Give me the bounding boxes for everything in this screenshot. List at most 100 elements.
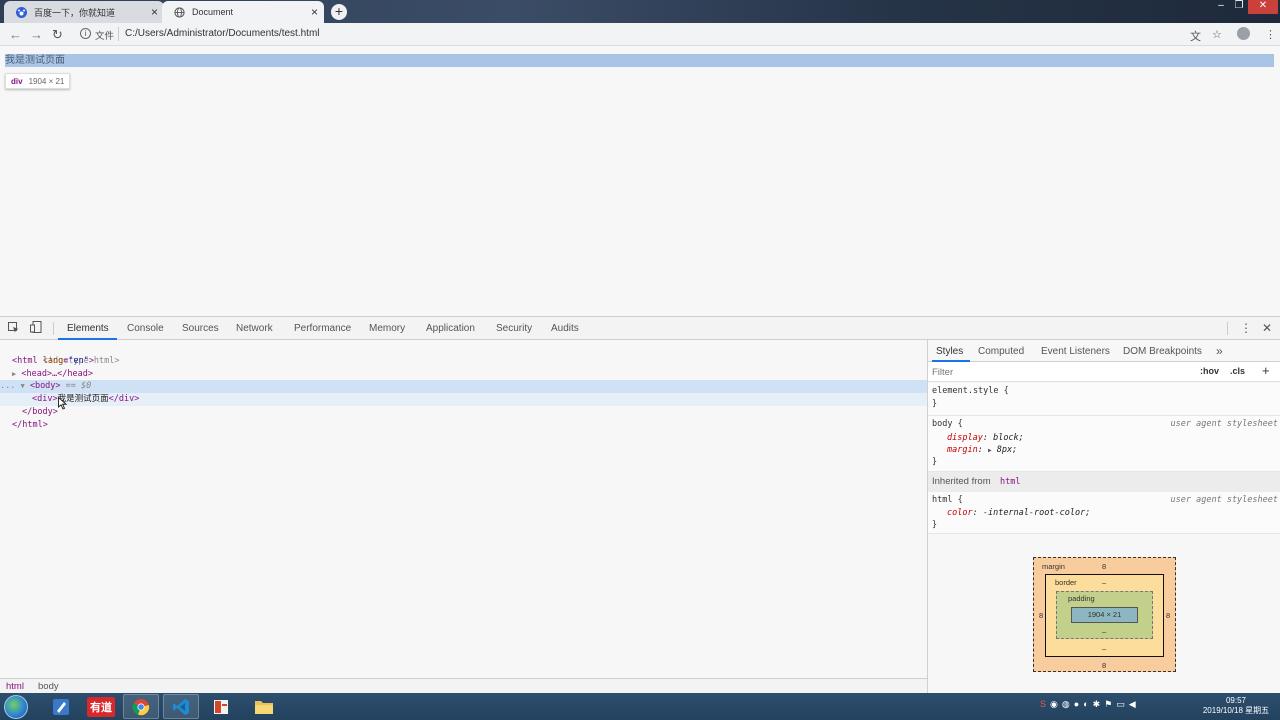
tab-document[interactable]: Document × [162,1,324,23]
taskbar-chrome-icon[interactable] [123,694,159,719]
tab-styles[interactable]: Styles [936,346,963,357]
tab-network[interactable]: Network [236,323,273,334]
tab-event-listeners[interactable]: Event Listeners [1041,346,1110,357]
qq-icon[interactable]: ● [1074,699,1083,709]
menu-kebab-icon[interactable]: ⋮ [1265,28,1276,41]
baidu-paw-icon [16,6,27,18]
url-text[interactable]: C:/Users/Administrator/Documents/test.ht… [125,28,320,39]
tab-audits[interactable]: Audits [551,323,579,334]
tray-app-icon[interactable]: ◍ [1062,699,1074,709]
rule-html[interactable]: html { user agent stylesheet color: -int… [928,492,1280,534]
margin-right-value[interactable]: 8 [1166,611,1170,620]
device-toolbar-icon[interactable] [30,321,42,336]
dom-tree: <!doctype html> <html lang="en"> ▶ <head… [0,340,927,683]
bookmark-star-icon[interactable]: ☆ [1212,28,1222,41]
taskbar-clock[interactable]: 09:57 2019/10/18 星期五 [1196,696,1276,716]
maximize-window-icon[interactable]: ❐ [1230,0,1248,14]
profile-avatar-icon[interactable] [1237,27,1250,40]
expand-triangle-icon[interactable]: ▶ [988,447,992,454]
tab-sources[interactable]: Sources [182,323,219,334]
network-icon[interactable]: ▭ [1116,699,1129,709]
tab-memory[interactable]: Memory [369,323,405,334]
forward-arrow-icon[interactable]: → [30,27,43,42]
taskbar-folder-icon[interactable] [246,694,282,719]
highlighted-div[interactable]: 我是测试页面 [5,54,1274,67]
volume-icon[interactable]: ◀ [1129,699,1140,709]
bluetooth-icon[interactable]: ✱ [1093,699,1105,709]
inspect-element-icon[interactable] [8,322,19,336]
rule-close: } [932,520,938,530]
tab-security[interactable]: Security [496,323,532,334]
taskbar-pen-app-icon[interactable] [43,694,79,719]
expand-triangle-icon[interactable]: ▶ [12,370,16,378]
rule-source: user agent stylesheet [1170,495,1278,505]
dom-body-close[interactable]: </body> [22,406,949,419]
tab-dom-breakpoints[interactable]: DOM Breakpoints [1123,346,1202,357]
more-tabs-chevron-icon[interactable]: » [1216,344,1223,358]
tab-performance[interactable]: Performance [294,323,351,334]
rule-source: user agent stylesheet [1170,419,1278,429]
close-window-icon[interactable]: ✕ [1248,0,1278,14]
border-bottom-value[interactable]: – [1102,644,1106,653]
rule-element-style[interactable]: element.style { } [928,383,1280,416]
tab-console[interactable]: Console [127,323,164,334]
tab-application[interactable]: Application [426,323,475,334]
windows-taskbar: 有道 S◉◍●◐✱⚑▭◀ 09:57 2019/10/18 星期五 [0,693,1280,720]
taskbar-presentation-icon[interactable] [203,694,239,719]
hov-toggle[interactable]: :hov [1200,366,1219,376]
dom-ellipsis[interactable]: ... [0,381,15,391]
tab-elements[interactable]: Elements [67,323,109,334]
dom-body[interactable]: ... ▼ <body> == $0 [0,380,927,393]
cls-toggle[interactable]: .cls [1230,366,1245,376]
tab-computed[interactable]: Computed [978,346,1024,357]
wechat-icon[interactable]: ◐ [1083,699,1092,709]
rule-selector: html { [932,495,963,505]
dom-html-close[interactable]: </html> [12,419,939,432]
add-rule-plus-icon[interactable]: + [1262,363,1270,378]
margin-left-value[interactable]: 8 [1039,611,1043,620]
prop-name: display [947,433,983,443]
margin-bottom-value[interactable]: 8 [1102,661,1106,670]
mouse-cursor-icon [58,396,68,413]
tooltip-tag: div [11,76,23,86]
close-tab-icon[interactable]: × [311,5,318,19]
info-icon[interactable]: i [80,28,91,39]
minimize-window-icon[interactable]: – [1212,0,1230,14]
css-property[interactable]: display: block; [947,433,1024,443]
tray-app-icon[interactable]: ◉ [1050,699,1062,709]
flag-icon[interactable]: ⚑ [1104,699,1116,709]
inherited-header: Inherited from html [928,472,1280,492]
collapse-triangle-icon[interactable]: ▼ [20,382,24,390]
box-content[interactable]: 1904 × 21 [1071,607,1138,623]
padding-bottom-value[interactable]: – [1102,627,1106,636]
taskbar-youdao-icon[interactable]: 有道 [83,694,119,719]
sougou-input-icon[interactable]: S [1040,699,1050,709]
css-property[interactable]: margin: ▶ 8px; [947,445,1017,455]
breadcrumb-body[interactable]: body [38,681,59,692]
dom-doctype[interactable]: <!doctype html> [12,342,939,366]
rule-body[interactable]: body { user agent stylesheet display: bl… [928,416,1280,472]
tab-title: Document [192,7,234,17]
styles-filter-input[interactable] [932,365,1192,379]
reload-icon[interactable]: ↻ [52,27,63,43]
translate-icon[interactable]: 文 [1190,28,1201,44]
close-devtools-icon[interactable]: ✕ [1262,321,1272,335]
address-bar[interactable]: i 文件 C:/Users/Administrator/Documents/te… [75,25,1180,44]
head-tag: <head>…</head> [21,369,93,379]
breadcrumb-html[interactable]: html [6,681,24,692]
inherited-tag-link[interactable]: html [1000,477,1020,487]
start-button[interactable] [4,695,28,719]
dom-html-open[interactable]: <html lang="en"> [12,355,939,368]
css-property[interactable]: color: -internal-root-color; [947,508,1090,518]
tab-baidu[interactable]: 百度一下，你就知道 × [4,1,164,23]
close-tab-icon[interactable]: × [151,5,158,19]
back-arrow-icon[interactable]: ← [9,27,22,42]
taskbar-vscode-icon[interactable] [163,694,199,719]
devtools-menu-kebab-icon[interactable]: ⋮ [1240,321,1252,335]
url-scheme-label: 文件 [95,31,115,42]
attr-name: lang [42,356,64,366]
border-top-value[interactable]: – [1102,578,1106,587]
margin-top-value[interactable]: 8 [1102,562,1106,571]
dom-div[interactable]: <div>我是测试页面</div> [0,393,927,406]
new-tab-button[interactable]: + [331,4,347,20]
